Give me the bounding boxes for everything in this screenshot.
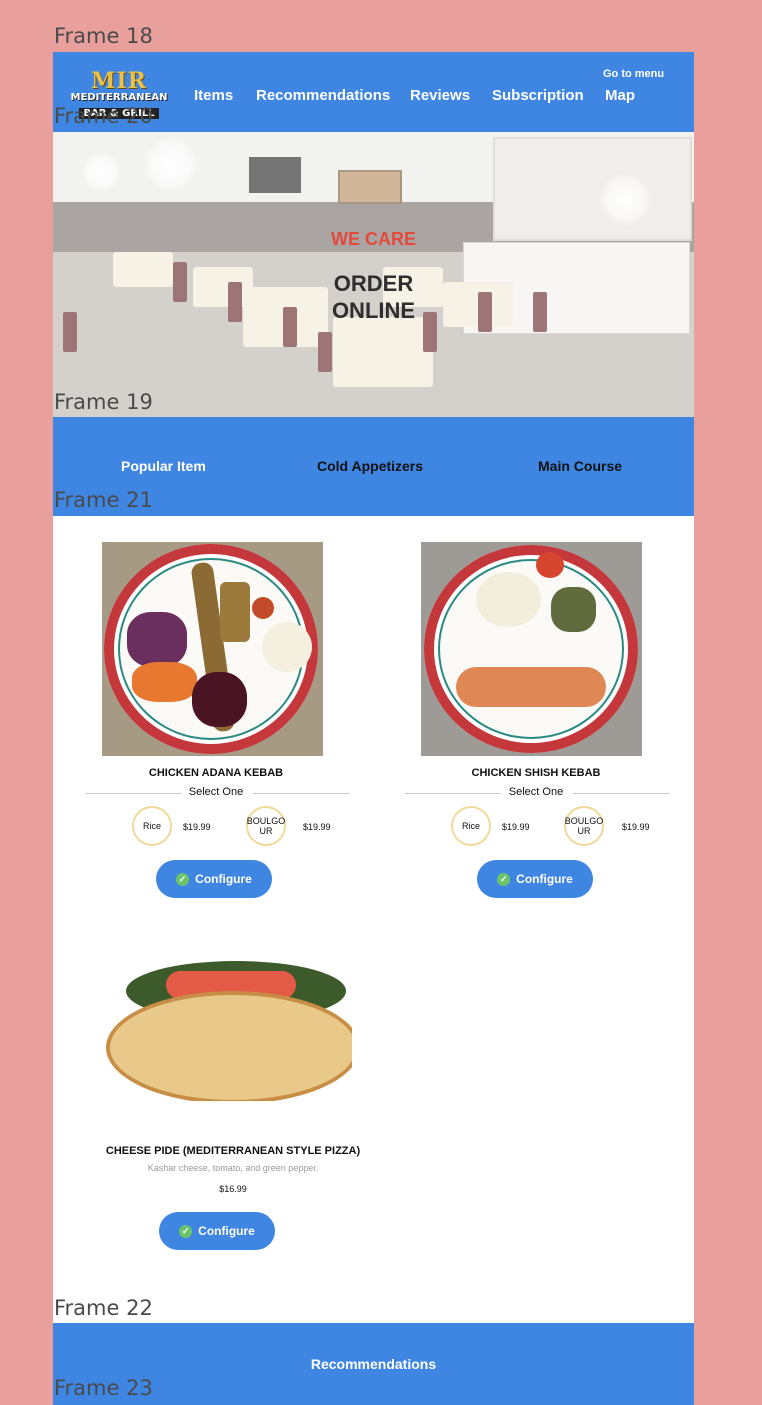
configure-label: Configure <box>195 872 252 886</box>
option-boulgour[interactable]: BOULGO UR <box>564 806 604 846</box>
logo-line-1: MEDITERRANEAN <box>70 92 168 103</box>
select-one-label: Select One <box>508 786 564 798</box>
menu-item-card: CHICKEN SHISH KEBAB Select One Rice $19.… <box>391 542 681 912</box>
nav-subscription[interactable]: Subscription <box>492 87 584 104</box>
option-boulgour[interactable]: BOULGO UR <box>246 806 286 846</box>
option-price: $19.99 <box>303 822 331 832</box>
configure-button[interactable]: ✓ Configure <box>156 860 272 898</box>
tab-cold-appetizers[interactable]: Cold Appetizers <box>317 458 423 474</box>
frame-label-18: Frame 18 <box>54 24 153 48</box>
frame-label-19: Frame 19 <box>54 390 153 414</box>
plate <box>424 545 638 753</box>
hero-tagline: WE CARE <box>331 229 416 249</box>
beets <box>192 672 247 727</box>
check-circle-icon: ✓ <box>176 872 190 886</box>
option-price: $19.99 <box>622 822 650 832</box>
item-title: CHICKEN ADANA KEBAB <box>148 767 284 779</box>
frame-label-22: Frame 22 <box>54 1296 153 1320</box>
food-image-cheese-pide[interactable] <box>106 941 352 1101</box>
cta-line-1: ORDER <box>333 271 414 296</box>
salad <box>551 587 596 632</box>
configure-button[interactable]: ✓ Configure <box>477 860 593 898</box>
configure-button[interactable]: ✓ Configure <box>159 1212 275 1250</box>
carrots <box>132 662 197 702</box>
food-image-adana-kebab[interactable] <box>102 542 323 756</box>
select-one-label: Select One <box>188 786 244 798</box>
cta-line-2: ONLINE <box>331 298 416 323</box>
logo-main-text: MIR <box>91 68 147 94</box>
item-description: Kashar cheese, tomato, and green pepper. <box>147 1163 319 1173</box>
frame-label-23: Frame 23 <box>54 1376 153 1400</box>
option-rice[interactable]: Rice <box>132 806 172 846</box>
divider-line <box>573 793 669 794</box>
item-title: CHEESE PIDE (MEDITERRANEAN STYLE PIZZA) <box>105 1145 361 1157</box>
hero-banner: WE CARE ORDER ONLINE <box>53 132 694 417</box>
option-rice[interactable]: Rice <box>451 806 491 846</box>
recommendations-title: Recommendations <box>310 1356 437 1372</box>
bread <box>220 582 250 642</box>
chicken-skewer <box>456 667 606 707</box>
divider-line <box>253 793 349 794</box>
item-price: $16.99 <box>219 1184 247 1194</box>
nav-items[interactable]: Items <box>194 87 233 104</box>
frame-label-21: Frame 21 <box>54 488 153 512</box>
configure-label: Configure <box>516 872 573 886</box>
pide-bread <box>106 991 352 1101</box>
order-online-cta[interactable]: ORDER ONLINE <box>53 270 694 324</box>
nav-map[interactable]: Map <box>605 87 635 104</box>
nav-go-to-menu[interactable]: Go to menu <box>603 68 664 80</box>
configure-label: Configure <box>198 1224 255 1238</box>
menu-items-panel: CHICKEN ADANA KEBAB Select One Rice $19.… <box>53 516 694 1323</box>
tab-main-course[interactable]: Main Course <box>538 458 622 474</box>
item-title: CHICKEN SHISH KEBAB <box>471 767 601 779</box>
select-one-row: Select One <box>391 786 681 800</box>
check-circle-icon: ✓ <box>497 872 511 886</box>
check-circle-icon: ✓ <box>179 1224 193 1238</box>
red-cabbage <box>127 612 187 667</box>
nav-recommendations[interactable]: Recommendations <box>256 87 390 104</box>
menu-item-card: CHEESE PIDE (MEDITERRANEAN STYLE PIZZA) … <box>88 941 378 1281</box>
option-price: $19.99 <box>502 822 530 832</box>
rice <box>476 572 541 627</box>
select-one-row: Select One <box>71 786 361 800</box>
food-image-shish-kebab[interactable] <box>421 542 642 756</box>
tomato <box>252 597 274 619</box>
option-price: $19.99 <box>183 822 211 832</box>
tomato <box>536 552 564 578</box>
tab-popular-item[interactable]: Popular Item <box>121 458 206 474</box>
nav-reviews[interactable]: Reviews <box>410 87 470 104</box>
frame-label-20: Frame 20 <box>54 104 153 128</box>
rice <box>262 622 312 672</box>
menu-item-card: CHICKEN ADANA KEBAB Select One Rice $19.… <box>71 542 361 912</box>
